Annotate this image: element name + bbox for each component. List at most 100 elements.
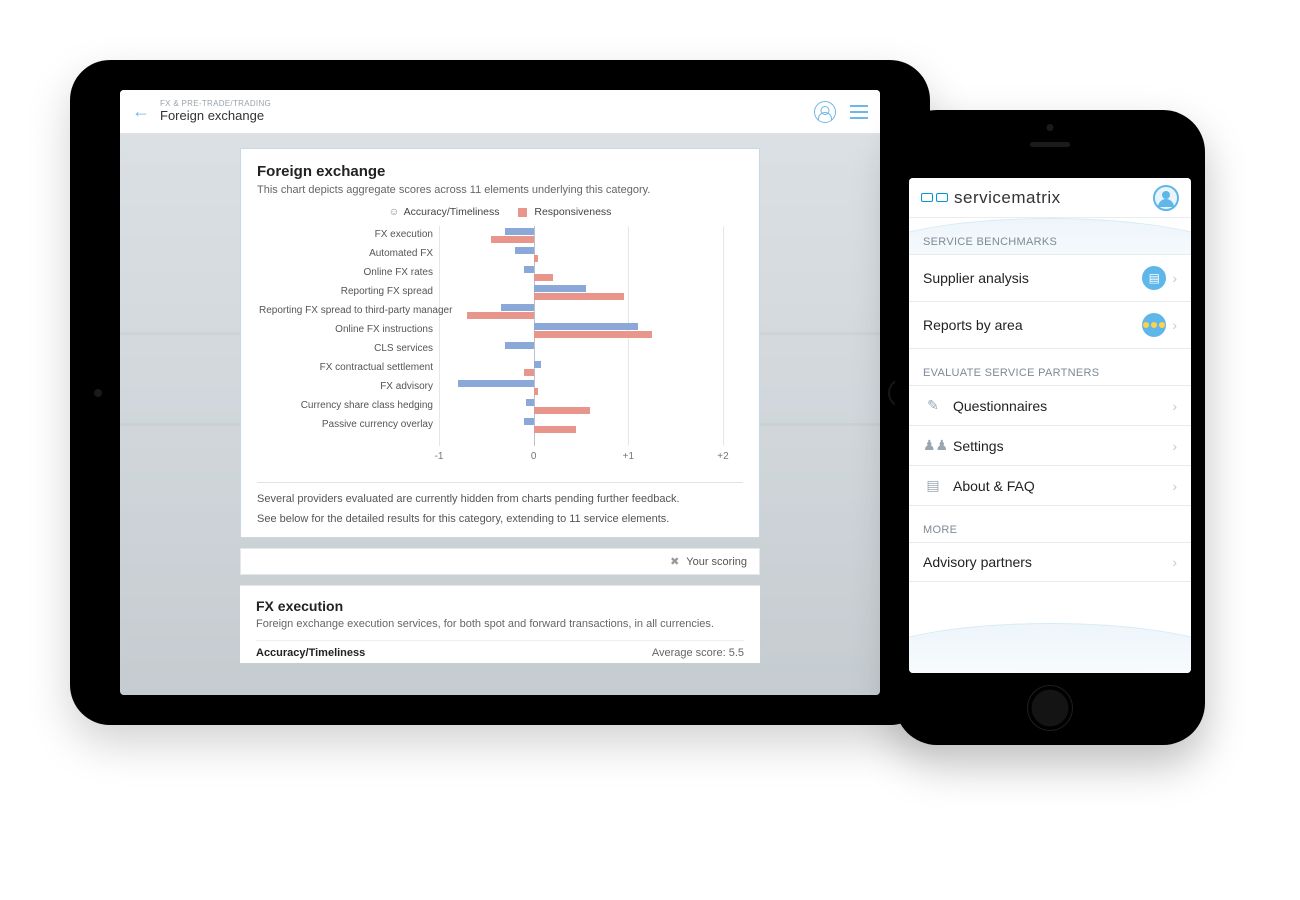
- chart-bar: [534, 388, 539, 395]
- footer-note: See below for the detailed results for t…: [257, 513, 743, 525]
- chart-row: Currency share class hedging: [439, 397, 723, 416]
- menu-label: Supplier analysis: [923, 270, 1142, 286]
- chevron-right-icon: ›: [1172, 554, 1177, 570]
- chart-bar: [524, 418, 533, 425]
- chart-bar: [501, 304, 534, 311]
- chart-row-label: FX advisory: [259, 381, 439, 392]
- chart-row-label: CLS services: [259, 343, 439, 354]
- chart-row-label: Reporting FX spread to third-party manag…: [259, 305, 439, 316]
- your-scoring-label: Your scoring: [686, 556, 747, 568]
- chart-bar: [458, 380, 534, 387]
- diverging-bar-chart: -10+1+2FX executionAutomated FXOnline FX…: [257, 226, 743, 466]
- menu-item-settings[interactable]: ♟♟ Settings ›: [909, 425, 1191, 465]
- phone-header: servicematrix: [909, 178, 1191, 218]
- chart-row: Online FX rates: [439, 264, 723, 283]
- chart-bar: [534, 361, 542, 368]
- card-subtitle: This chart depicts aggregate scores acro…: [257, 184, 743, 196]
- chart-row: Online FX instructions: [439, 321, 723, 340]
- chevron-right-icon: ›: [1172, 478, 1177, 494]
- menu-icon[interactable]: [850, 105, 868, 119]
- menu-label: Settings: [953, 438, 1004, 454]
- chart-row-label: Online FX instructions: [259, 324, 439, 335]
- chart-bar: [491, 236, 534, 243]
- menu-item-supplier-analysis[interactable]: Supplier analysis ▤ ›: [909, 254, 1191, 301]
- chart-row-label: FX contractual settlement: [259, 362, 439, 373]
- axis-tick-label: +2: [717, 451, 728, 462]
- card-footer: Several providers evaluated are currentl…: [257, 482, 743, 525]
- chart-badge-icon: ▤: [1142, 266, 1166, 290]
- detail-desc: Foreign exchange execution services, for…: [256, 618, 744, 630]
- your-scoring-bar[interactable]: ✖ Your scoring: [240, 548, 760, 575]
- decorative-wave: [909, 623, 1191, 673]
- legend-item-accuracy[interactable]: ☺ Accuracy/Timeliness: [389, 206, 503, 218]
- legend-label: Accuracy/Timeliness: [404, 206, 500, 218]
- section-header: SERVICE BENCHMARKS: [909, 218, 1191, 254]
- chart-row-label: Online FX rates: [259, 267, 439, 278]
- chart-row: Automated FX: [439, 245, 723, 264]
- chart-bar: [505, 228, 533, 235]
- chart-row-label: Currency share class hedging: [259, 400, 439, 411]
- chevron-right-icon: ›: [1172, 317, 1177, 333]
- detail-metric: Accuracy/Timeliness: [256, 647, 365, 659]
- chart-row: Reporting FX spread: [439, 283, 723, 302]
- chart-row: Reporting FX spread to third-party manag…: [439, 302, 723, 321]
- menu-label: About & FAQ: [953, 478, 1035, 494]
- detail-title: FX execution: [256, 598, 744, 614]
- menu-item-advisory-partners[interactable]: Advisory partners ›: [909, 542, 1191, 582]
- legend-swatch-icon: [518, 208, 527, 217]
- chart-bar: [467, 312, 533, 319]
- chart-bar: [505, 342, 533, 349]
- chart-bar: [534, 255, 539, 262]
- phone-screen: servicematrix SERVICE BENCHMARKS Supplie…: [909, 178, 1191, 673]
- menu-item-about-faq[interactable]: ▤ About & FAQ ›: [909, 465, 1191, 506]
- chevron-right-icon: ›: [1172, 438, 1177, 454]
- menu-label: Reports by area: [923, 317, 1142, 333]
- user-avatar-icon[interactable]: [1153, 185, 1179, 211]
- card-title: Foreign exchange: [257, 163, 743, 180]
- chart-row: FX contractual settlement: [439, 359, 723, 378]
- axis-tick-label: +1: [623, 451, 634, 462]
- chart-bar: [534, 274, 553, 281]
- chart-bar: [515, 247, 534, 254]
- back-arrow-icon[interactable]: ←: [132, 101, 150, 122]
- menu-label: Advisory partners: [923, 554, 1032, 570]
- chart-row-label: FX execution: [259, 229, 439, 240]
- breadcrumb: FX & PRE-TRADE/TRADING Foreign exchange: [160, 100, 271, 123]
- axis-tick-label: -1: [435, 451, 444, 462]
- chart-bar: [524, 266, 533, 273]
- chart-legend: ☺ Accuracy/Timeliness Responsiveness: [257, 206, 743, 218]
- chevron-right-icon: ›: [1172, 270, 1177, 286]
- chart-row-label: Automated FX: [259, 248, 439, 259]
- chart-bar: [534, 426, 577, 433]
- phone-device: servicematrix SERVICE BENCHMARKS Supplie…: [895, 110, 1205, 745]
- tablet-screen: ← FX & PRE-TRADE/TRADING Foreign exchang…: [120, 90, 880, 695]
- chart-bar: [534, 331, 652, 338]
- phone-camera: [1047, 124, 1054, 131]
- section-header: EVALUATE SERVICE PARTNERS: [909, 349, 1191, 385]
- menu-item-reports-by-area[interactable]: Reports by area ›: [909, 301, 1191, 349]
- people-icon: ♟♟: [923, 437, 943, 454]
- logo-text: servicematrix: [954, 188, 1061, 208]
- chart-bar: [534, 323, 638, 330]
- tablet-device: ← FX & PRE-TRADE/TRADING Foreign exchang…: [70, 60, 930, 725]
- menu-item-questionnaires[interactable]: ✎ Questionnaires ›: [909, 385, 1191, 425]
- chart-row: Passive currency overlay: [439, 416, 723, 435]
- chart-bar: [534, 407, 591, 414]
- detail-average: Average score: 5.5: [652, 647, 744, 659]
- user-icon[interactable]: [814, 101, 836, 123]
- chevron-right-icon: ›: [1172, 398, 1177, 414]
- footer-note: Several providers evaluated are currentl…: [257, 493, 743, 505]
- chart-bar: [534, 293, 624, 300]
- home-button[interactable]: [1027, 685, 1073, 731]
- logo-icon: [921, 193, 948, 202]
- section-header: MORE: [909, 506, 1191, 542]
- detail-card: FX execution Foreign exchange execution …: [240, 585, 760, 663]
- stars-badge-icon: [1142, 313, 1166, 337]
- legend-item-responsiveness[interactable]: Responsiveness: [518, 206, 611, 218]
- close-icon[interactable]: ✖: [670, 556, 679, 568]
- chart-row: FX advisory: [439, 378, 723, 397]
- chart-row-label: Reporting FX spread: [259, 286, 439, 297]
- axis-tick-label: 0: [531, 451, 537, 462]
- chart-bar: [534, 285, 586, 292]
- thumbs-up-icon: ☺: [389, 206, 400, 218]
